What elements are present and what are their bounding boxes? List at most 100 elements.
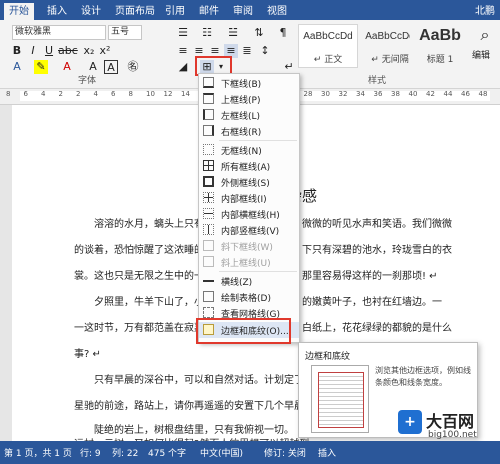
doc-line: 的谈着，恐怕惊醒了这浓睡的世 [74, 245, 214, 256]
tab-review[interactable]: 审阅 [228, 3, 258, 20]
subscript-icon[interactable]: x₂ [82, 44, 96, 58]
bottom-border-icon [203, 77, 214, 88]
font-size-select[interactable]: 五号 [108, 25, 142, 40]
ruler-tick-label: 14 [181, 90, 190, 98]
bold-icon[interactable]: B [10, 44, 24, 58]
numbering-icon[interactable]: ☷ [200, 26, 214, 40]
doc-line: 夕照里，牛羊下山了，小 [94, 297, 204, 308]
doc-line: 陡绝的岩上，树根盘结里，只有我俯视一切。 [94, 425, 294, 436]
ruler-tick-label: 32 [338, 90, 348, 98]
font-name-select[interactable]: 微软雅黑 [12, 25, 106, 40]
underline-icon[interactable]: U [42, 44, 56, 58]
watermark-name: 大百网 [426, 412, 475, 431]
ruler-tick-label: 46 [461, 90, 470, 98]
text-effects-icon[interactable]: A [10, 60, 24, 74]
char-shading-icon[interactable]: A [86, 60, 100, 74]
highlight-icon[interactable]: ✎ [34, 60, 48, 74]
style-heading1[interactable]: AaBb 标题 1 [410, 24, 470, 68]
styles-group-label: 样式 [368, 76, 387, 86]
ruler-tick-label: 8 [6, 90, 11, 98]
ruler-tick-label: 8 [128, 90, 133, 98]
status-mode[interactable]: 插入 [318, 446, 336, 459]
menu-item-no-border[interactable]: 无框线(N) [199, 142, 299, 158]
find-icon[interactable]: ⌕ [478, 27, 492, 43]
ruler-tick-label: 38 [391, 90, 400, 98]
ruler-tick-label: 42 [426, 90, 435, 98]
ruler-tick-label: 28 [303, 90, 313, 98]
gridlines-icon [203, 307, 214, 318]
tab-mailings[interactable]: 邮件 [194, 3, 224, 20]
ruler-tick-label: 10 [146, 90, 155, 98]
shading-icon[interactable]: ◢ [176, 60, 190, 74]
doc-line: 溶溶的水月，螭头上只有 [94, 219, 204, 230]
no-border-icon [203, 144, 214, 155]
status-track-changes[interactable]: 修订: 关闭 [264, 446, 306, 459]
outside-borders-icon [203, 176, 214, 187]
multilevel-list-icon[interactable]: ☱ [226, 26, 240, 40]
menu-item-inside-horizontal[interactable]: 内部横框线(H) [199, 206, 299, 222]
ruler-tick-label: 2 [58, 90, 63, 98]
right-border-icon [203, 125, 214, 136]
doc-line: 那里容易得这样的一刹那顷! ↵ [302, 271, 438, 282]
inside-borders-icon [203, 192, 214, 203]
tab-references[interactable]: 引用 [160, 3, 190, 20]
user-name[interactable]: 北鹏 [470, 3, 500, 20]
status-page[interactable]: 第 1 页，共 1 页 [4, 446, 72, 459]
style-normal[interactable]: AaBbCcDd ↵ 正文 [298, 24, 358, 68]
status-word-count[interactable]: 475 个字 [148, 446, 186, 459]
tab-view[interactable]: 视图 [262, 3, 292, 20]
doc-line: 只有早晨的深谷中，可以和自然对话。计划定了，将 [94, 375, 324, 386]
ribbon-tab-bar: 开始 插入 设计 页面布局 引用 邮件 审阅 视图 北鹏 [0, 0, 500, 20]
status-line: 行: 9 [80, 449, 101, 459]
sort-icon[interactable]: ⇅ [252, 26, 266, 40]
ruler-tick-label: 2 [76, 90, 81, 98]
align-left-icon[interactable]: ≡ [176, 44, 190, 58]
tab-home[interactable]: 开始 [4, 3, 34, 20]
italic-icon[interactable]: I [26, 44, 40, 58]
font-color-icon[interactable]: A [60, 60, 74, 74]
watermark-logo-icon: + [398, 410, 422, 434]
ruler-tick-label: 4 [93, 90, 98, 98]
menu-item-diagonal-down: 斜下框线(W) [199, 238, 299, 254]
show-marks-icon[interactable]: ¶ [276, 26, 290, 40]
menu-item-diagonal-up: 斜上框线(U) [199, 254, 299, 270]
superscript-icon[interactable]: x² [98, 44, 112, 58]
draw-table-icon [203, 291, 214, 302]
ruler-tick-label: 34 [356, 90, 365, 98]
strikethrough-icon[interactable]: abc [58, 44, 78, 58]
inside-vertical-icon [203, 224, 214, 235]
menu-item-right-border[interactable]: 右框线(R) [199, 123, 299, 139]
bordered-page-icon [318, 372, 364, 428]
top-border-icon [203, 93, 214, 104]
borders-shading-highlight [196, 318, 291, 344]
char-border-icon[interactable]: A [104, 60, 118, 74]
menu-item-bottom-border[interactable]: 下框线(B) [199, 75, 299, 91]
menu-item-left-border[interactable]: 左框线(L) [199, 107, 299, 123]
menu-item-inside-borders[interactable]: 内部框线(I) [199, 190, 299, 206]
editing-label[interactable]: 编辑 [472, 48, 490, 61]
doc-line: 下只有深碧的池水，玲珑雪白的衣 [302, 245, 452, 256]
tab-insert[interactable]: 插入 [42, 3, 72, 20]
tab-design[interactable]: 设计 [76, 3, 106, 20]
tooltip-description: 浏览其他边框选项，例如线条颜色和线条宽度。 [375, 366, 471, 387]
chinese-layout-icon[interactable]: ↵ [282, 60, 296, 74]
borders-dropdown-menu: 下框线(B) 上框线(P) 左框线(L) 右框线(R) 无框线(N) 所有框线(… [198, 73, 300, 343]
menu-item-horizontal-line[interactable]: 横线(Z) [199, 273, 299, 289]
menu-item-top-border[interactable]: 上框线(P) [199, 91, 299, 107]
line-spacing-icon[interactable]: ↕ [258, 44, 272, 58]
all-borders-icon [203, 160, 214, 171]
menu-item-inside-vertical[interactable]: 内部竖框线(V) [199, 222, 299, 238]
doc-line: 的嫩黄叶子，也衬在红墙边。一 [302, 297, 442, 308]
distribute-icon[interactable]: ≣ [240, 44, 254, 58]
watermark-url: big100.net [428, 430, 477, 440]
menu-separator [219, 271, 297, 272]
status-language[interactable]: 中文(中国) [200, 446, 243, 459]
menu-item-outside-borders[interactable]: 外侧框线(S) [199, 174, 299, 190]
tab-layout[interactable]: 页面布局 [110, 3, 160, 20]
char-circle-icon[interactable]: ㊔ [126, 60, 140, 74]
bullets-icon[interactable]: ☰ [176, 26, 190, 40]
inside-horizontal-icon [203, 208, 214, 219]
horizontal-line-icon [203, 275, 214, 286]
menu-item-all-borders[interactable]: 所有框线(A) [199, 158, 299, 174]
menu-item-draw-table[interactable]: 绘制表格(D) [199, 289, 299, 305]
